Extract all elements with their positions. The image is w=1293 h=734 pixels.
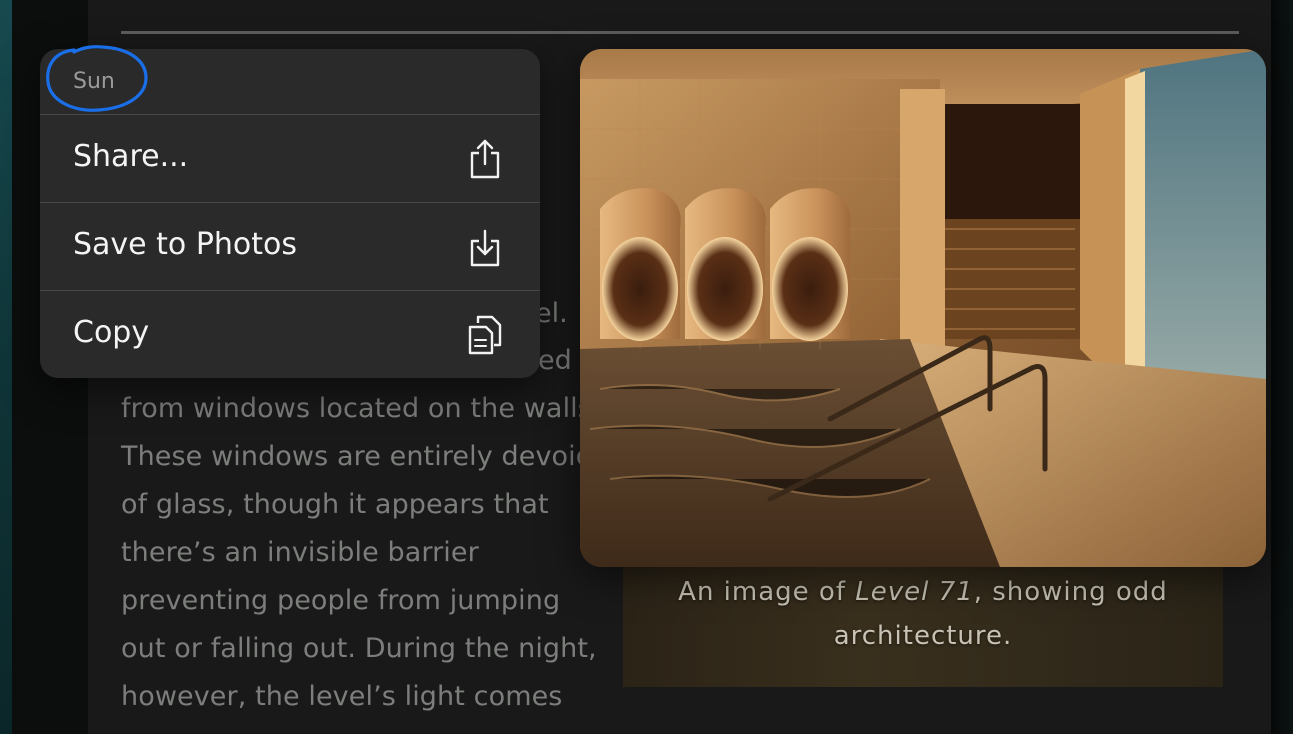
article-line: there’s an invisible barrier <box>121 537 479 568</box>
save-to-photos-label: Save to Photos <box>73 227 298 262</box>
menu-header-title: Sun <box>73 69 115 94</box>
article-body: from windows located on the walls. These… <box>121 385 601 721</box>
share-icon <box>470 139 500 179</box>
image-caption: An image of Level 71, showing odd archit… <box>640 570 1206 658</box>
screen: el. ed from windows located on the walls… <box>0 0 1293 734</box>
menu-header: Sun <box>40 49 540 115</box>
pool-room-illustration <box>580 49 1266 567</box>
article-line: of glass, though it appears that <box>121 489 549 520</box>
preview-image[interactable] <box>580 49 1266 567</box>
context-menu: Sun Share... Save to Photos Copy <box>40 49 540 378</box>
save-to-photos-menu-item[interactable]: Save to Photos <box>40 203 540 291</box>
caption-text: An image of <box>678 577 856 607</box>
article-line: however, the level’s light comes <box>121 681 563 712</box>
caption-level-name: Level 71 <box>855 577 974 607</box>
article-line: out or falling out. During the night, <box>121 633 597 664</box>
share-menu-item[interactable]: Share... <box>40 115 540 203</box>
save-to-photos-icon <box>470 229 500 267</box>
background-edge-right <box>1271 0 1293 734</box>
copy-label: Copy <box>73 315 150 350</box>
share-label: Share... <box>73 139 189 174</box>
copy-icon <box>468 315 502 355</box>
article-line: These windows are entirely devoid <box>121 441 593 472</box>
background-edge-left <box>0 0 12 734</box>
divider-line <box>121 31 1239 34</box>
article-line: preventing people from jumping <box>121 585 561 616</box>
copy-menu-item[interactable]: Copy <box>40 291 540 378</box>
article-line: from windows located on the walls. <box>121 393 601 424</box>
article-text-fragment: ed <box>538 345 572 376</box>
